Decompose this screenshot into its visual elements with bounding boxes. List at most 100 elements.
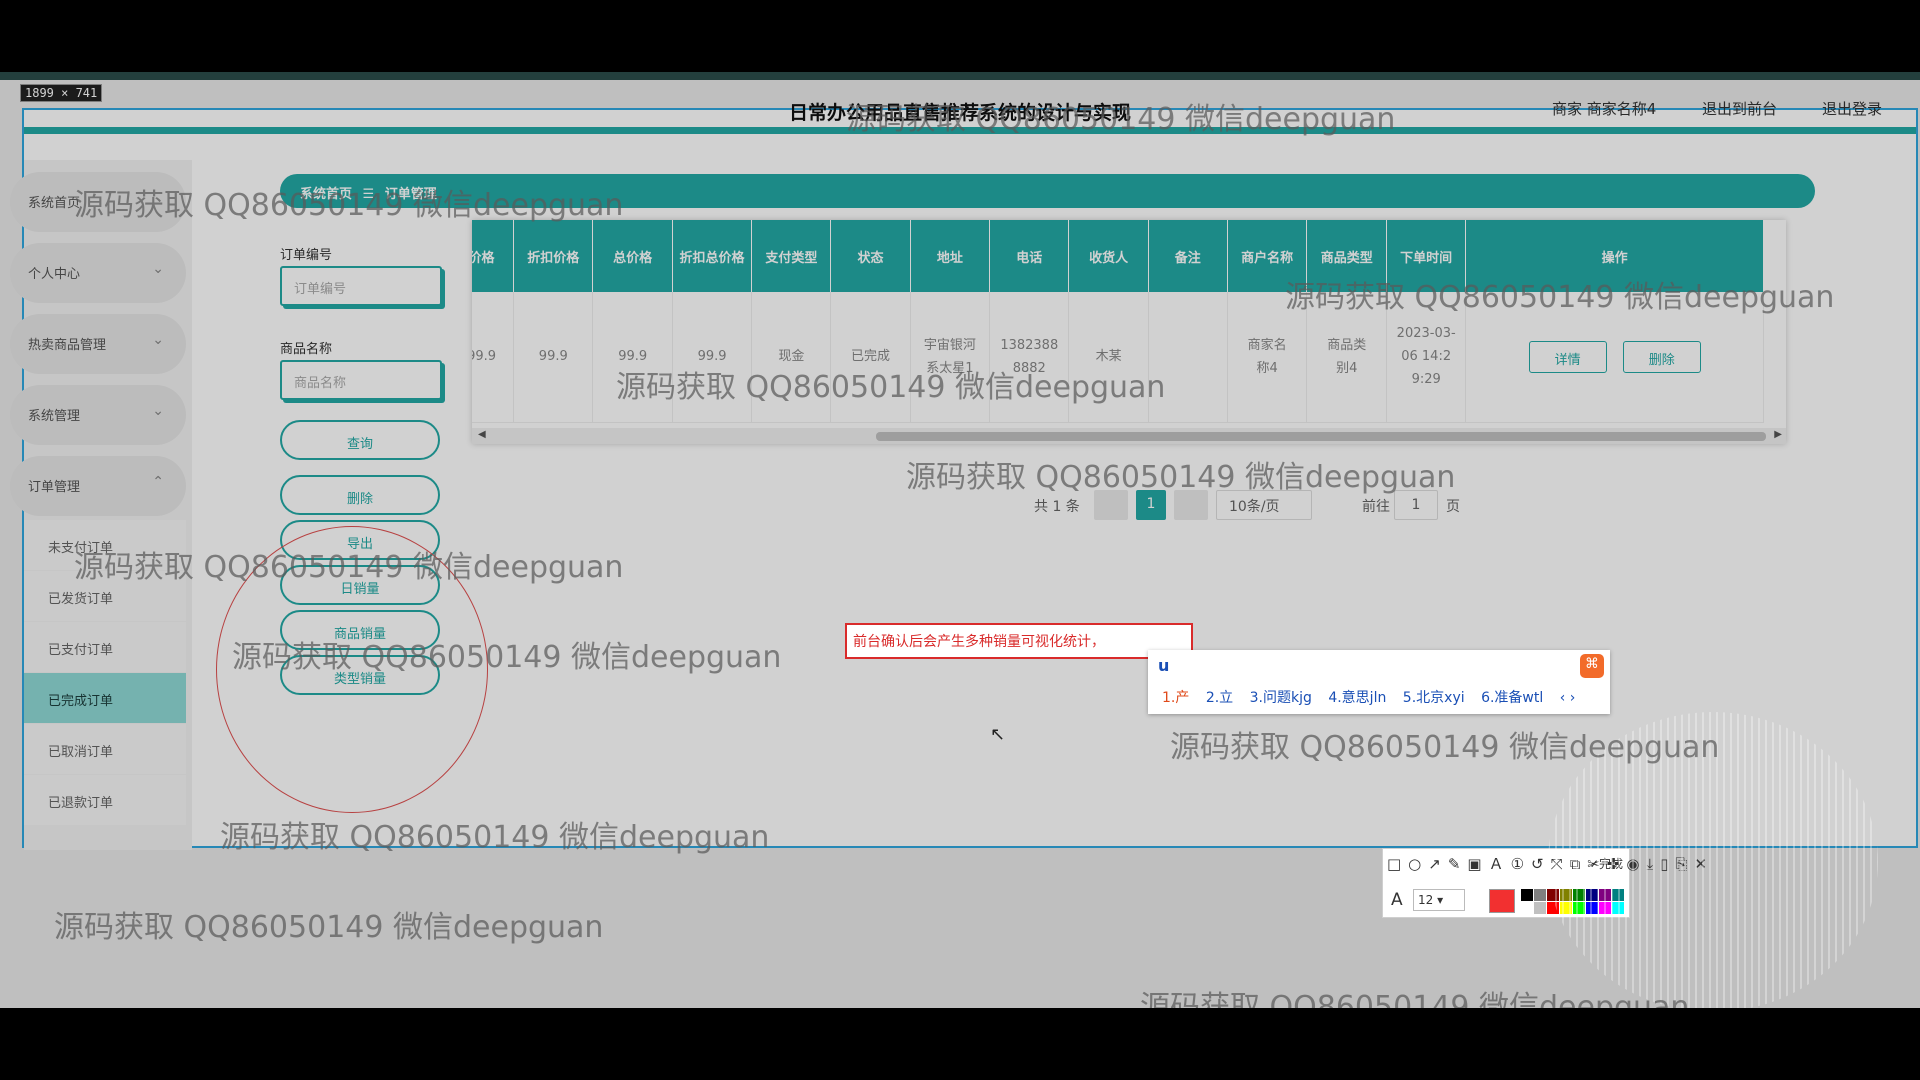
scroll-right-icon[interactable]: ▶ bbox=[1774, 429, 1782, 440]
screen-stage: 1899 × 741 日常办公用品直售推荐系统的设计与实现 商家 商家名称4 退… bbox=[0, 72, 1920, 1008]
sidebar-sub-cancelled[interactable]: 已取消订单 bbox=[24, 724, 186, 774]
ime-candidate[interactable]: 1.产 bbox=[1162, 690, 1189, 706]
scroll-left-icon[interactable]: ◀ bbox=[478, 429, 486, 440]
ime-candidate[interactable]: 2.立 bbox=[1206, 690, 1233, 706]
cell-receiver: 木某 bbox=[1068, 292, 1149, 423]
header-strip bbox=[24, 127, 1916, 134]
sidebar-sub-unpaid[interactable]: 未支付订单 bbox=[24, 520, 186, 570]
col-header: 折扣总价格 bbox=[672, 220, 753, 292]
color-swatch[interactable] bbox=[1547, 889, 1559, 901]
screenshot-toolbar: □○↗✎▣Ａ①↺⤧⧉✂✜◉⤓▯⎘✕ ✓完成 A 12 ▾ bbox=[1382, 848, 1707, 918]
sidebar-sub-shipped[interactable]: 已发货订单 bbox=[24, 571, 186, 621]
order-no-label: 订单编号 bbox=[280, 248, 333, 263]
pagination-total: 共 1 条 bbox=[1034, 499, 1080, 515]
done-button[interactable]: ✓完成 bbox=[1589, 855, 1623, 872]
cell-note bbox=[1148, 292, 1228, 423]
cell-product-type: 商品类别4 bbox=[1306, 292, 1387, 423]
col-header: 支付类型 bbox=[751, 220, 832, 292]
goto-page-input[interactable]: 1 bbox=[1394, 490, 1438, 520]
color-swatch[interactable] bbox=[1612, 889, 1624, 901]
order-no-input[interactable]: 订单编号 bbox=[280, 266, 442, 306]
breadcrumb: 系统首页 ☰ 订单管理 bbox=[280, 174, 1815, 208]
sidebar-sub-refunded[interactable]: 已退款订单 bbox=[24, 775, 186, 825]
ime-candidates: 1.产 2.立 3.问题kjg 4.意思jln 5.北京xyi 6.准备wtl … bbox=[1162, 687, 1587, 707]
color-swatch[interactable] bbox=[1560, 889, 1572, 901]
annotation-text-box[interactable]: 前台确认后会产生多种销量可视化统计， bbox=[845, 623, 1193, 659]
col-header: 总价格 bbox=[592, 220, 673, 292]
col-header: 电话 bbox=[989, 220, 1070, 292]
logout-link[interactable]: 退出登录 bbox=[1822, 98, 1882, 119]
cell-order-time: 2023-03-06 14:29:29 bbox=[1386, 292, 1467, 423]
capture-size-badge: 1899 × 741 bbox=[20, 84, 103, 102]
goto-prefix: 前往 bbox=[1362, 499, 1390, 515]
font-size-select[interactable]: 12 ▾ bbox=[1413, 889, 1465, 911]
sidebar-item-hot-products[interactable]: 热卖商品管理 ⌄ bbox=[10, 314, 186, 374]
sidebar-item-system[interactable]: 系统管理 ⌄ bbox=[10, 385, 186, 445]
color-swatch[interactable] bbox=[1599, 902, 1611, 914]
color-swatch[interactable] bbox=[1586, 889, 1598, 901]
sidebar-item-personal-center[interactable]: 个人中心 ⌄ bbox=[10, 243, 186, 303]
sidebar-item-orders[interactable]: 订单管理 ⌃ bbox=[10, 456, 186, 516]
query-button[interactable]: 查询 bbox=[280, 420, 440, 460]
window-top-strip bbox=[0, 72, 1920, 80]
color-swatch[interactable] bbox=[1573, 902, 1585, 914]
sidebar-item-label: 系统首页 bbox=[28, 196, 81, 211]
goto-suffix: 页 bbox=[1446, 499, 1460, 515]
scroll-thumb[interactable] bbox=[876, 432, 1766, 441]
breadcrumb-current: 订单管理 bbox=[384, 187, 437, 202]
annotation-circle bbox=[216, 526, 488, 813]
color-swatch[interactable] bbox=[1586, 902, 1598, 914]
prev-page-button[interactable] bbox=[1094, 490, 1128, 520]
col-header: 商户名称 bbox=[1227, 220, 1308, 292]
color-swatch[interactable] bbox=[1612, 902, 1624, 914]
cell-address: 宇宙银河系太星1 bbox=[910, 292, 991, 423]
capture-region: 日常办公用品直售推荐系统的设计与实现 商家 商家名称4 退出到前台 退出登录 系… bbox=[10, 100, 1918, 850]
selected-color-swatch[interactable] bbox=[1489, 889, 1515, 913]
color-swatch[interactable] bbox=[1521, 889, 1533, 901]
color-swatch[interactable] bbox=[1599, 889, 1611, 901]
watermark: 源码获取 QQ86050149 微信deepguan bbox=[54, 910, 604, 945]
sidebar: 系统首页 个人中心 ⌄ 热卖商品管理 ⌄ 系统管理 ⌄ 订单管理 ⌃ 未支付订单… bbox=[10, 160, 192, 850]
page-size-select[interactable]: 10条/页 bbox=[1216, 490, 1312, 520]
watermark: 源码获取 QQ86050149 微信deepguan bbox=[1140, 990, 1690, 1008]
color-swatch[interactable] bbox=[1534, 902, 1546, 914]
product-name-input[interactable]: 商品名称 bbox=[280, 360, 442, 400]
ime-candidate[interactable]: 6.准备wtl bbox=[1481, 690, 1543, 706]
color-swatch[interactable] bbox=[1573, 889, 1585, 901]
delete-button[interactable]: 删除 bbox=[280, 475, 440, 515]
cell-total: 99.9 bbox=[592, 292, 673, 423]
cell-phone: 13823888882 bbox=[989, 292, 1070, 423]
col-header: 商品类型 bbox=[1306, 220, 1387, 292]
cell-merchant: 商家名称4 bbox=[1227, 292, 1308, 423]
col-header: 地址 bbox=[910, 220, 991, 292]
color-swatch[interactable] bbox=[1547, 902, 1559, 914]
ime-candidate[interactable]: 3.问题kjg bbox=[1250, 690, 1312, 706]
product-name-label: 商品名称 bbox=[280, 342, 333, 357]
exit-to-front-link[interactable]: 退出到前台 bbox=[1702, 98, 1777, 119]
ime-candidate[interactable]: 4.意思jln bbox=[1328, 690, 1386, 706]
ime-page-arrows-icon[interactable]: ‹ › bbox=[1560, 690, 1576, 706]
breadcrumb-home[interactable]: 系统首页 bbox=[300, 187, 352, 202]
col-header: 下单时间 bbox=[1386, 220, 1467, 292]
col-header: 价格 bbox=[472, 220, 515, 292]
sidebar-item-home[interactable]: 系统首页 bbox=[10, 172, 186, 232]
color-swatch[interactable] bbox=[1534, 889, 1546, 901]
color-swatch[interactable] bbox=[1560, 902, 1572, 914]
toolbar-tool-icons[interactable]: □○↗✎▣Ａ①↺⤧⧉✂✜◉⤓▯⎘✕ bbox=[1387, 853, 1714, 874]
color-swatch[interactable] bbox=[1521, 902, 1533, 914]
sidebar-sub-completed[interactable]: 已完成订单 bbox=[24, 673, 186, 723]
orders-table: 价格 折扣价格 总价格 折扣总价格 支付类型 状态 地址 电话 收货人 备注 商… bbox=[472, 220, 1786, 444]
next-page-button[interactable] bbox=[1174, 490, 1208, 520]
sidebar-item-label: 系统管理 bbox=[28, 409, 81, 424]
detail-button[interactable]: 详情 bbox=[1528, 340, 1607, 373]
row-delete-button[interactable]: 删除 bbox=[1622, 340, 1701, 373]
sidebar-item-label: 个人中心 bbox=[28, 267, 81, 282]
page-1-button[interactable]: 1 bbox=[1136, 490, 1166, 520]
chevron-down-icon: ⌄ bbox=[152, 403, 164, 419]
sidebar-sub-paid[interactable]: 已支付订单 bbox=[24, 622, 186, 672]
horizontal-scrollbar[interactable]: ◀ ▶ bbox=[472, 428, 1786, 444]
mouse-cursor-icon: ↖ bbox=[990, 724, 1006, 745]
sidebar-item-label: 订单管理 bbox=[28, 480, 81, 495]
toolbar-options: A 12 ▾ bbox=[1389, 887, 1625, 915]
ime-candidate[interactable]: 5.北京xyi bbox=[1403, 690, 1465, 706]
